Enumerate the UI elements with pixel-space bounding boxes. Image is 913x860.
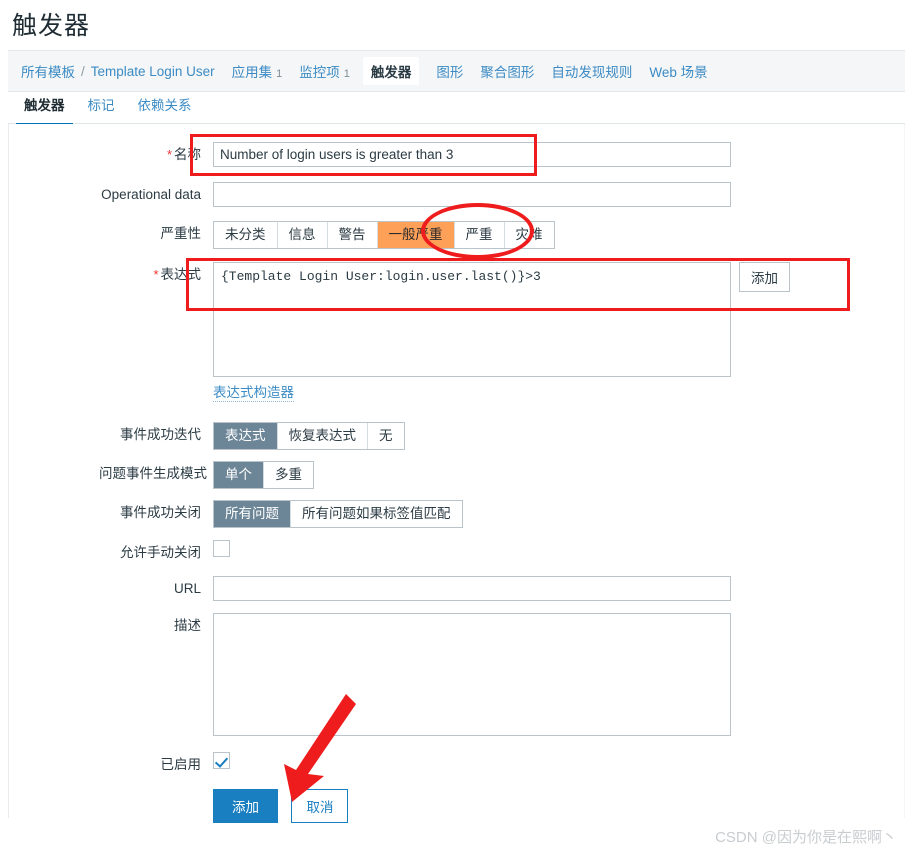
operational-data-label: Operational data — [101, 187, 201, 202]
expression-textarea[interactable] — [213, 262, 731, 377]
trigger-form: *名称 Operational data 严重性 未分类 信息 警告 一般严重 — [8, 124, 905, 823]
trigger-config-page: 触发器 所有模板 / Template Login User 应用集 1 监控项… — [0, 0, 913, 860]
field-row-name: * 名称 — [99, 142, 731, 167]
required-marker: * — [153, 267, 159, 282]
field-row-enabled: 已启用 — [99, 752, 230, 774]
expression-constructor-link[interactable]: 表达式构造器 — [213, 385, 294, 402]
recovery-mode-option-none[interactable]: 无 — [368, 423, 404, 449]
severity-option-disaster[interactable]: 灾难 — [505, 222, 554, 248]
required-marker: * — [166, 147, 172, 162]
ok-event-closes-label: 事件成功关闭 — [120, 505, 201, 520]
recovery-mode-option-recovery-expression[interactable]: 恢复表达式 — [278, 423, 368, 449]
operational-data-input[interactable] — [213, 182, 731, 207]
breadcrumb-tab-graphs[interactable]: 图形 — [436, 61, 463, 81]
recovery-mode-selector[interactable]: 表达式 恢复表达式 无 — [213, 422, 405, 450]
severity-option-not-classified[interactable]: 未分类 — [214, 222, 278, 248]
name-input[interactable] — [213, 142, 731, 167]
severity-selector[interactable]: 未分类 信息 警告 一般严重 严重 灾难 — [213, 221, 555, 249]
sub-tab-bar: 触发器 标记 依赖关系 — [8, 92, 905, 126]
page-title: 触发器 — [12, 12, 91, 40]
severity-label: 严重性 — [160, 226, 202, 241]
tab-tags[interactable]: 标记 — [80, 92, 123, 123]
field-row-recovery-mode: 事件成功迭代 表达式 恢复表达式 无 — [99, 422, 405, 450]
field-row-problem-event-generation: 问题事件生成模式 单个 多重 — [99, 461, 314, 489]
breadcrumb-tab-label: 监控项 — [299, 65, 340, 80]
description-textarea[interactable] — [213, 613, 731, 736]
tab-dependencies[interactable]: 依赖关系 — [130, 92, 200, 123]
breadcrumb-tab-items[interactable]: 监控项 1 — [299, 61, 350, 81]
severity-option-average[interactable]: 一般严重 — [377, 222, 455, 248]
ok-event-option-all-problems-if-tag-values-match[interactable]: 所有问题如果标签值匹配 — [291, 501, 462, 527]
watermark: CSDN @因为你是在熙啊丶 — [715, 829, 897, 846]
problem-event-generation-label: 问题事件生成模式 — [99, 466, 207, 481]
breadcrumb: 所有模板 / Template Login User 应用集 1 监控项 1 触… — [8, 50, 905, 92]
severity-option-warning[interactable]: 警告 — [328, 222, 378, 248]
breadcrumb-tab-count: 1 — [343, 68, 350, 80]
breadcrumb-tab-web-scenarios[interactable]: Web 场景 — [649, 61, 707, 81]
breadcrumb-tab-count: 1 — [276, 68, 283, 80]
ok-event-option-all-problems[interactable]: 所有问题 — [214, 501, 291, 527]
url-input[interactable] — [213, 576, 731, 601]
name-label: * 名称 — [166, 147, 201, 162]
severity-option-high[interactable]: 严重 — [455, 222, 505, 248]
field-row-url: URL — [99, 576, 731, 601]
field-row-ok-event-closes: 事件成功关闭 所有问题 所有问题如果标签值匹配 — [99, 500, 463, 528]
allow-manual-close-label: 允许手动关闭 — [120, 545, 201, 560]
expression-add-button[interactable]: 添加 — [739, 262, 790, 292]
field-row-description: 描述 — [99, 613, 731, 736]
form-actions: 添加 取消 — [99, 789, 349, 823]
field-row-allow-manual-close: 允许手动关闭 — [99, 540, 230, 562]
recovery-mode-label: 事件成功迭代 — [120, 427, 201, 442]
breadcrumb-separator: / — [81, 63, 85, 79]
field-row-expression: *表达式 表达式构造器 添加 — [99, 262, 790, 402]
breadcrumb-all-templates[interactable]: 所有模板 — [21, 61, 75, 81]
enabled-checkbox[interactable] — [213, 752, 230, 769]
field-row-operational-data: Operational data — [99, 182, 731, 207]
breadcrumb-template-name[interactable]: Template Login User — [91, 64, 215, 79]
breadcrumb-tab-applications[interactable]: 应用集 1 — [232, 61, 283, 81]
field-row-severity: 严重性 未分类 信息 警告 一般严重 严重 灾难 — [99, 221, 555, 249]
breadcrumb-tab-triggers[interactable]: 触发器 — [362, 57, 420, 85]
allow-manual-close-checkbox[interactable] — [213, 540, 230, 557]
breadcrumb-tab-discovery-rules[interactable]: 自动发现规则 — [551, 61, 632, 81]
description-label: 描述 — [174, 618, 201, 633]
enabled-label: 已启用 — [160, 757, 202, 772]
expression-label: * 表达式 — [153, 267, 201, 282]
tab-trigger[interactable]: 触发器 — [16, 92, 73, 126]
problem-event-option-single[interactable]: 单个 — [214, 462, 264, 488]
severity-option-information[interactable]: 信息 — [278, 222, 328, 248]
ok-event-closes-selector[interactable]: 所有问题 所有问题如果标签值匹配 — [213, 500, 463, 528]
breadcrumb-tab-screens[interactable]: 聚合图形 — [480, 61, 534, 81]
breadcrumb-tab-label: 应用集 — [231, 65, 273, 80]
cancel-button[interactable]: 取消 — [291, 789, 349, 823]
problem-event-generation-selector[interactable]: 单个 多重 — [213, 461, 314, 489]
problem-event-option-multiple[interactable]: 多重 — [264, 462, 313, 488]
actions-spacer — [99, 789, 201, 793]
recovery-mode-option-expression[interactable]: 表达式 — [214, 423, 278, 449]
url-label: URL — [173, 581, 201, 596]
submit-add-button[interactable]: 添加 — [213, 789, 278, 823]
